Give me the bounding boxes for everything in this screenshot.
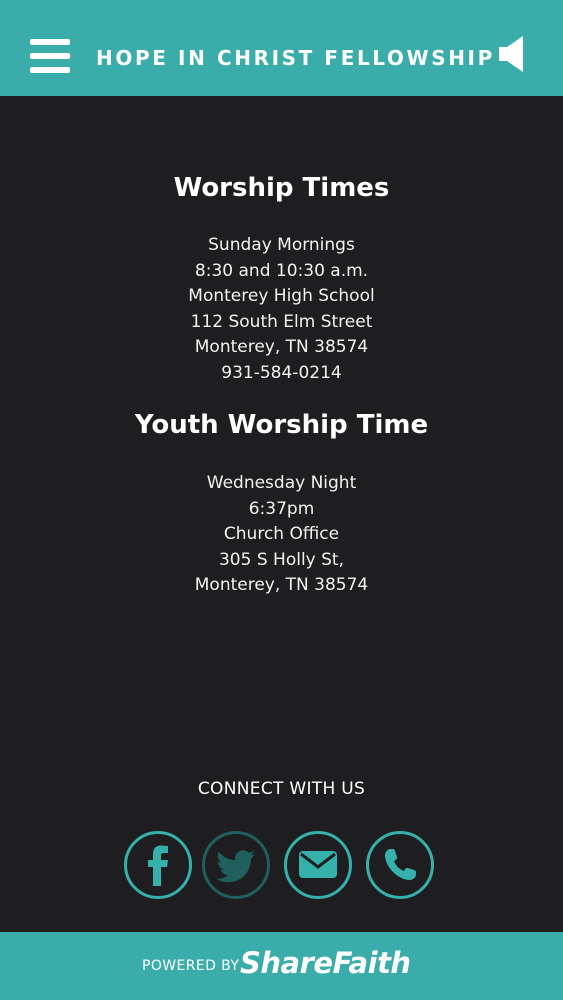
twitter-button[interactable]	[202, 831, 270, 899]
sharefaith-logo[interactable]: ShareFaith	[240, 946, 411, 980]
youth-line: 6:37pm	[248, 498, 315, 519]
app-header: HOPE IN CHRIST FELLOWSHIP	[0, 0, 563, 96]
connect-label: CONNECT WITH US	[197, 779, 366, 799]
audio-button[interactable]	[497, 34, 529, 74]
youth-line: 305 S Holly St,	[218, 549, 344, 570]
worship-line: Sunday Mornings	[208, 235, 355, 255]
worship-line: Monterey, TN 38574	[194, 337, 369, 357]
email-button[interactable]	[284, 831, 352, 899]
youth-worship-info: Wednesday Night 6:37pm Church Office 305…	[0, 471, 563, 599]
phone-button[interactable]	[366, 831, 434, 899]
worship-line: 112 South Elm Street	[190, 311, 373, 332]
facebook-icon	[148, 845, 168, 886]
menu-button[interactable]	[30, 39, 70, 73]
youth-line: Wednesday Night	[206, 473, 357, 493]
phone-icon	[385, 849, 416, 880]
social-links	[0, 831, 563, 901]
youth-line: Monterey, TN 38574	[194, 575, 369, 595]
worship-line: 8:30 and 10:30 a.m.	[194, 260, 369, 281]
powered-by-label: POWERED BY	[142, 958, 240, 974]
worship-times-info: Sunday Mornings 8:30 and 10:30 a.m. Mont…	[0, 233, 563, 386]
worship-line: Monterey High School	[188, 286, 375, 306]
speaker-icon	[499, 36, 523, 72]
worship-times-title: Worship Times	[173, 173, 390, 203]
app-footer: POWERED BY ShareFaith	[0, 932, 563, 1000]
youth-line: Church Office	[223, 524, 340, 544]
facebook-button[interactable]	[124, 831, 192, 899]
youth-worship-title: Youth Worship Time	[134, 410, 429, 440]
main-content: Worship Times Sunday Mornings 8:30 and 1…	[0, 96, 563, 932]
hamburger-menu-icon	[30, 39, 70, 45]
email-icon	[299, 851, 337, 878]
phone-number[interactable]: 931-584-0214	[0, 361, 563, 387]
twitter-icon	[216, 850, 255, 883]
app-title: HOPE IN CHRIST FELLOWSHIP	[96, 46, 495, 70]
